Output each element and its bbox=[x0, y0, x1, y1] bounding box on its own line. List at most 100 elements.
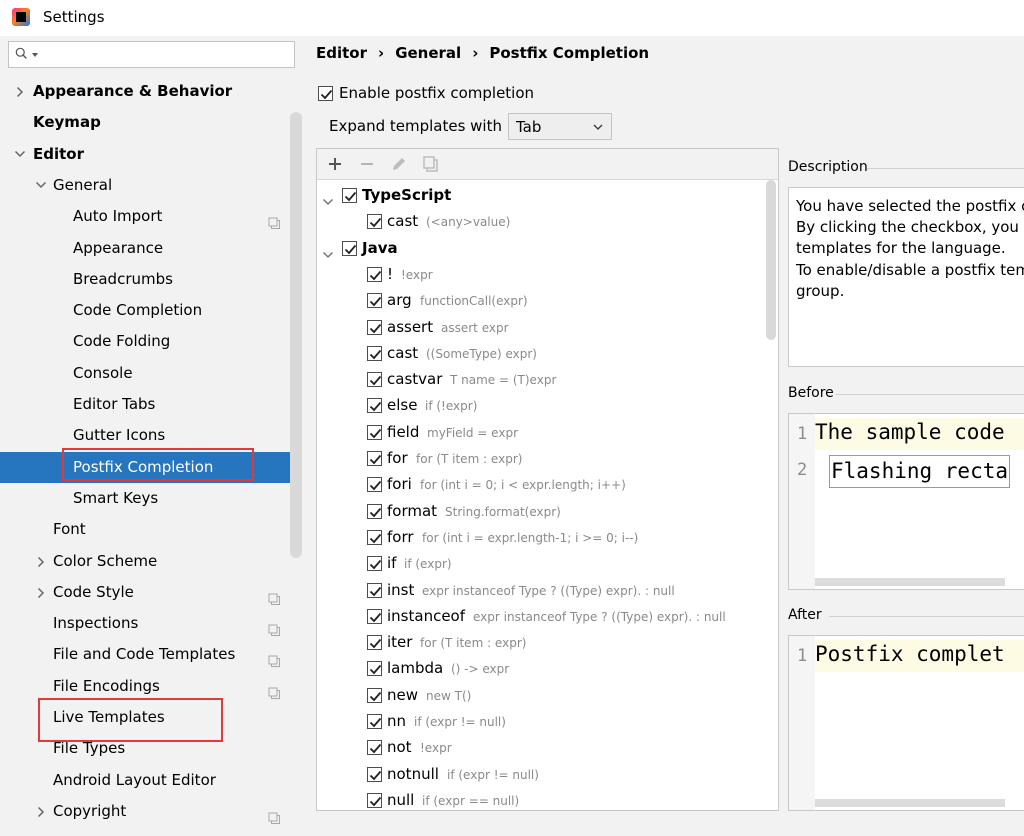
sidebar-item-editor-tabs[interactable]: Editor Tabs bbox=[0, 389, 302, 420]
template-checkbox[interactable] bbox=[367, 608, 382, 624]
intellij-logo-icon bbox=[12, 8, 30, 26]
sidebar-item-inspections[interactable]: Inspections bbox=[0, 608, 302, 639]
template-checkbox[interactable] bbox=[367, 766, 382, 782]
template-row[interactable]: notnull if (expr != null) bbox=[317, 762, 767, 788]
template-row[interactable]: not !expr bbox=[317, 735, 767, 761]
template-checkbox[interactable] bbox=[367, 503, 382, 519]
template-checkbox[interactable] bbox=[367, 529, 382, 545]
breadcrumb-postfix: Postfix Completion bbox=[489, 44, 650, 62]
template-row[interactable]: arg functionCall(expr) bbox=[317, 288, 767, 314]
sidebar-item-font[interactable]: Font bbox=[0, 514, 302, 545]
sidebar-item-gutter-icons[interactable]: Gutter Icons bbox=[0, 420, 302, 451]
template-checkbox[interactable] bbox=[367, 345, 382, 361]
sidebar-item-color-scheme[interactable]: Color Scheme bbox=[0, 546, 302, 577]
template-row[interactable]: castvar T name = (T)expr bbox=[317, 367, 767, 393]
template-row[interactable]: cast ((SomeType) expr) bbox=[317, 341, 767, 367]
chevron-down-icon[interactable] bbox=[322, 245, 334, 263]
template-checkbox[interactable] bbox=[367, 582, 382, 598]
sidebar-item-label: Gutter Icons bbox=[73, 426, 166, 445]
sidebar-item-label: Inspections bbox=[53, 614, 139, 633]
template-row[interactable]: field myField = expr bbox=[317, 420, 767, 446]
breadcrumb-editor[interactable]: Editor bbox=[316, 44, 367, 62]
template-checkbox[interactable] bbox=[367, 398, 382, 414]
sidebar-item-general[interactable]: General bbox=[0, 170, 302, 201]
sidebar-item-appearance[interactable]: Appearance bbox=[0, 233, 302, 264]
sidebar-item-code-folding[interactable]: Code Folding bbox=[0, 326, 302, 357]
template-checkbox[interactable] bbox=[367, 214, 382, 230]
sidebar-item-keymap[interactable]: Keymap bbox=[0, 107, 302, 138]
after-h-scrollbar[interactable] bbox=[815, 799, 1005, 807]
template-example: if (expr == null) bbox=[422, 793, 520, 808]
expand-key-select[interactable]: Tab bbox=[508, 113, 612, 140]
template-name: fori bbox=[387, 475, 412, 494]
edit-icon[interactable] bbox=[390, 155, 408, 173]
remove-icon[interactable] bbox=[358, 155, 376, 173]
template-group-java[interactable]: Java bbox=[317, 236, 767, 262]
sidebar-item-smart-keys[interactable]: Smart Keys bbox=[0, 483, 302, 514]
sidebar-item-code-completion[interactable]: Code Completion bbox=[0, 295, 302, 326]
description-line: By clicking the checkbox, you ca bbox=[796, 218, 1024, 237]
template-row[interactable]: iter for (T item : expr) bbox=[317, 630, 767, 656]
template-row[interactable]: instanceof expr instanceof Type ? ((Type)… bbox=[317, 604, 767, 630]
template-row[interactable]: for for (T item : expr) bbox=[317, 446, 767, 472]
chevron-down-icon[interactable] bbox=[14, 139, 26, 170]
template-checkbox[interactable] bbox=[367, 687, 382, 703]
template-row[interactable]: inst expr instanceof Type ? ((Type) expr)… bbox=[317, 578, 767, 604]
template-name: ! bbox=[387, 264, 394, 283]
template-checkbox[interactable] bbox=[367, 293, 382, 309]
chevron-down-icon[interactable] bbox=[35, 170, 47, 201]
template-checkbox[interactable] bbox=[367, 635, 382, 651]
sidebar-item-breadcrumbs[interactable]: Breadcrumbs bbox=[0, 264, 302, 295]
template-checkbox[interactable] bbox=[367, 792, 382, 808]
sidebar-item-android-layout-editor[interactable]: Android Layout Editor bbox=[0, 765, 302, 796]
template-checkbox[interactable] bbox=[367, 661, 382, 677]
duplicate-icon[interactable] bbox=[422, 155, 440, 173]
template-checkbox[interactable] bbox=[367, 266, 382, 282]
template-row[interactable]: assert assert expr bbox=[317, 315, 767, 341]
template-row[interactable]: new new T() bbox=[317, 683, 767, 709]
sidebar-scrollbar[interactable] bbox=[290, 112, 302, 558]
templates-scrollbar[interactable] bbox=[766, 180, 776, 340]
before-h-scrollbar[interactable] bbox=[815, 578, 1005, 586]
breadcrumb-general[interactable]: General bbox=[395, 44, 461, 62]
sidebar-item-auto-import[interactable]: Auto Import bbox=[0, 201, 302, 232]
template-row[interactable]: lambda () -> expr bbox=[317, 656, 767, 682]
template-row[interactable]: nn if (expr != null) bbox=[317, 709, 767, 735]
template-checkbox[interactable] bbox=[367, 451, 382, 466]
sidebar-item-copyright[interactable]: Copyright bbox=[0, 796, 302, 827]
template-row[interactable]: ! !expr bbox=[317, 262, 767, 288]
template-row[interactable]: format String.format(expr) bbox=[317, 499, 767, 525]
template-checkbox[interactable] bbox=[342, 240, 357, 256]
template-checkbox[interactable] bbox=[367, 556, 382, 572]
template-checkbox[interactable] bbox=[367, 424, 382, 440]
search-icon bbox=[15, 47, 27, 59]
template-row[interactable]: null if (expr == null) bbox=[317, 788, 767, 810]
template-name: assert bbox=[387, 317, 434, 336]
template-checkbox[interactable] bbox=[367, 372, 382, 388]
sidebar-item-editor[interactable]: Editor bbox=[0, 139, 302, 170]
chevron-right-icon[interactable] bbox=[14, 76, 26, 107]
chevron-down-icon[interactable] bbox=[322, 192, 334, 210]
sidebar-item-code-style[interactable]: Code Style bbox=[0, 577, 302, 608]
search-input[interactable] bbox=[8, 41, 295, 68]
template-checkbox[interactable] bbox=[367, 740, 382, 756]
template-row[interactable]: if if (expr) bbox=[317, 551, 767, 577]
template-checkbox[interactable] bbox=[367, 477, 382, 493]
template-checkbox[interactable] bbox=[367, 714, 382, 729]
sidebar-item-file-and-code-templates[interactable]: File and Code Templates bbox=[0, 639, 302, 670]
template-row[interactable]: else if (!expr) bbox=[317, 393, 767, 419]
enable-postfix-checkbox[interactable] bbox=[318, 86, 333, 101]
chevron-right-icon[interactable] bbox=[35, 796, 47, 827]
template-checkbox[interactable] bbox=[367, 319, 382, 335]
add-icon[interactable] bbox=[326, 155, 344, 173]
template-checkbox[interactable] bbox=[342, 188, 357, 203]
template-group-typescript[interactable]: TypeScript bbox=[317, 183, 767, 209]
sidebar-item-console[interactable]: Console bbox=[0, 358, 302, 389]
chevron-right-icon[interactable] bbox=[35, 546, 47, 577]
template-row[interactable]: cast (<any>value) bbox=[317, 209, 767, 235]
sidebar-item-appearance-behavior[interactable]: Appearance & Behavior bbox=[0, 76, 302, 107]
template-row[interactable]: fori for (int i = 0; i < expr.length; i++… bbox=[317, 472, 767, 498]
enable-postfix-label[interactable]: Enable postfix completion bbox=[339, 84, 534, 102]
template-row[interactable]: forr for (int i = expr.length-1; i >= 0; … bbox=[317, 525, 767, 551]
chevron-right-icon[interactable] bbox=[35, 577, 47, 608]
